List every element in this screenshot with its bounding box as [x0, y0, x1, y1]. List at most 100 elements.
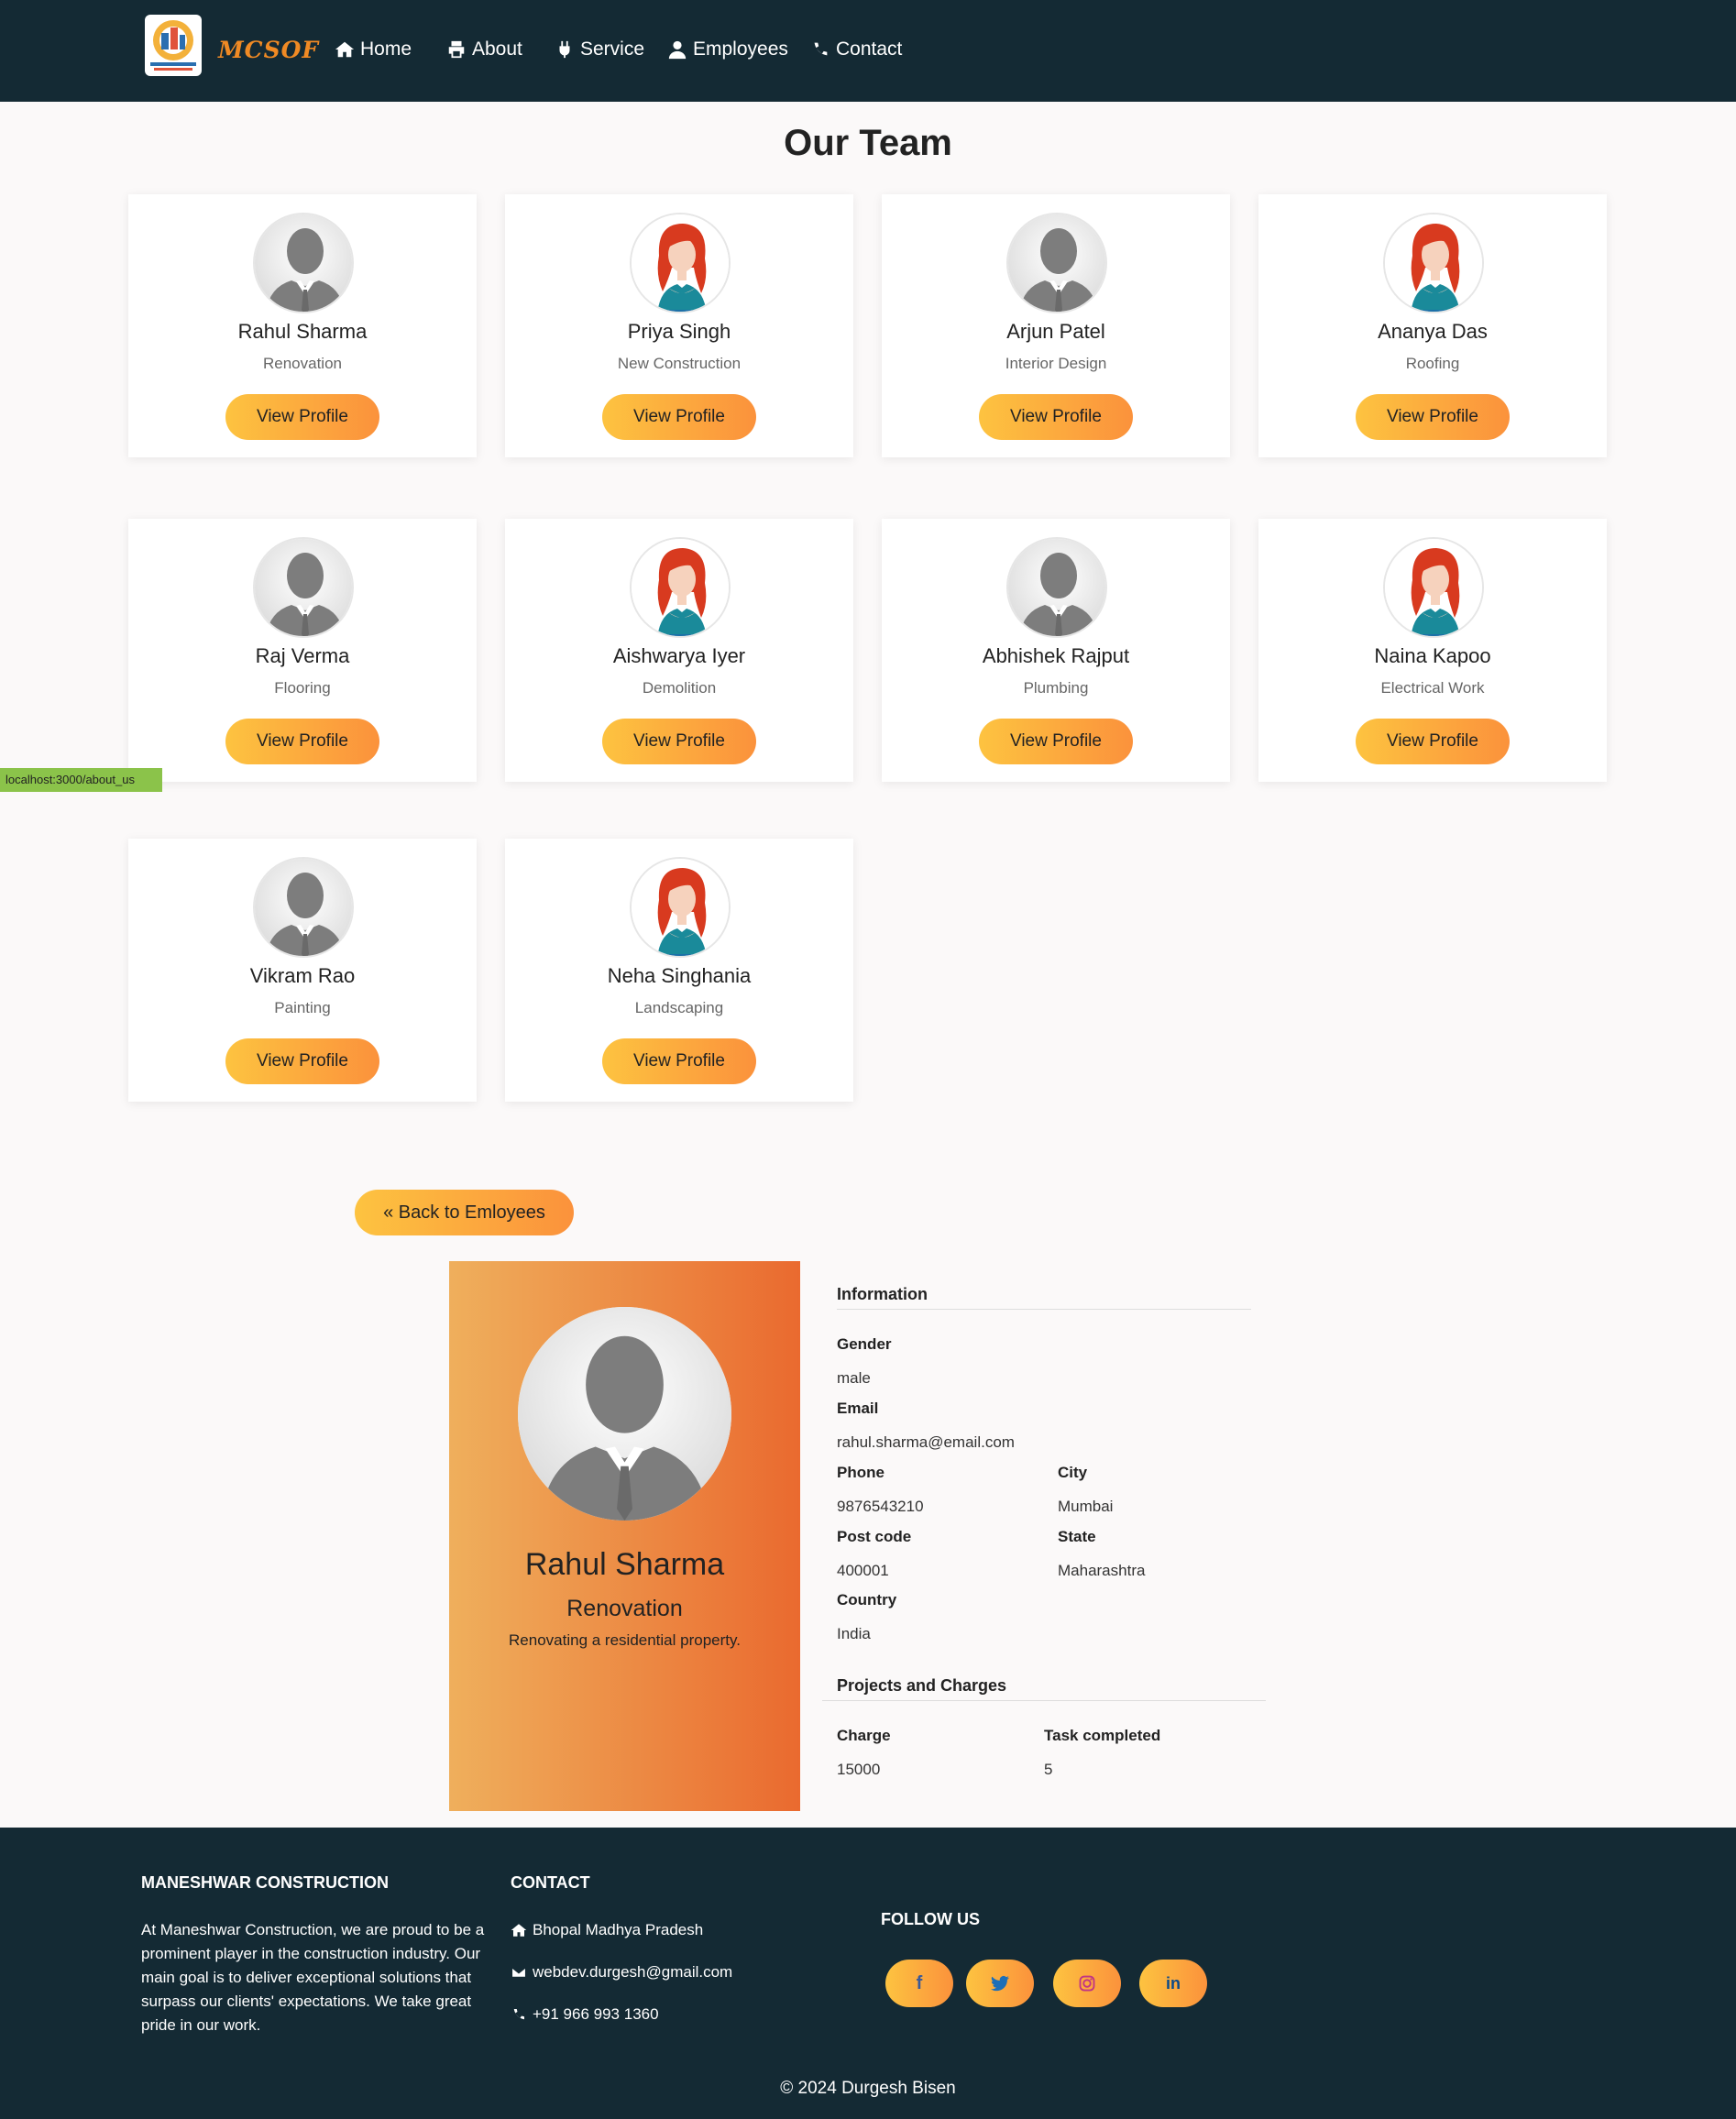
- team-member-role: New Construction: [617, 355, 742, 372]
- team-card: Rahul Sharma Renovation View Profile: [128, 194, 477, 457]
- instagram-button[interactable]: [1053, 1960, 1121, 2007]
- user-icon: [668, 40, 687, 60]
- nav-employees[interactable]: Employees: [667, 38, 788, 60]
- team-card: Arjun Patel Interior Design View Profile: [882, 194, 1230, 457]
- team-member-name: Abhishek Rajput: [982, 644, 1130, 667]
- team-card: Vikram Rao Painting View Profile: [128, 839, 477, 1102]
- phone-value: 9876543210: [837, 1498, 924, 1515]
- nav-about-label: About: [472, 38, 522, 60]
- email-value: rahul.sharma@email.com: [837, 1433, 1015, 1451]
- view-profile-button[interactable]: View Profile: [1356, 719, 1510, 764]
- team-member-role: Landscaping: [634, 999, 724, 1016]
- team-member-name: Ananya Das: [1378, 320, 1488, 343]
- country-value: India: [837, 1625, 871, 1642]
- team-member-avatar: [253, 537, 354, 638]
- view-profile-button[interactable]: View Profile: [979, 394, 1133, 440]
- team-member-role: Demolition: [642, 679, 717, 697]
- team-member-role: Interior Design: [1005, 355, 1107, 372]
- nav-service[interactable]: Service: [555, 38, 644, 60]
- profile-role: Renovation: [566, 1596, 683, 1621]
- team-member-avatar: [1383, 213, 1484, 313]
- linkedin-button[interactable]: in: [1139, 1960, 1207, 2007]
- team-member-name: Priya Singh: [627, 320, 731, 343]
- view-profile-button[interactable]: View Profile: [602, 394, 756, 440]
- team-title: Our Team: [784, 123, 952, 163]
- team-member-avatar: [253, 213, 354, 313]
- footer-company-text: At Maneshwar Construction, we are proud …: [141, 1921, 485, 2034]
- home-icon: [335, 41, 355, 58]
- brand-name[interactable]: MCSOF: [218, 37, 319, 63]
- logo[interactable]: [145, 15, 202, 76]
- projects-divider: [822, 1700, 1266, 1701]
- view-profile-button[interactable]: View Profile: [225, 1038, 379, 1084]
- view-profile-button[interactable]: View Profile: [602, 719, 756, 764]
- copyright: © 2024 Durgesh Bisen: [0, 2059, 1736, 2119]
- city-label: City: [1058, 1464, 1088, 1481]
- gender-label: Gender: [837, 1335, 892, 1353]
- view-profile-button[interactable]: View Profile: [225, 394, 379, 440]
- information-heading: Information: [837, 1285, 928, 1303]
- view-profile-button[interactable]: View Profile: [979, 719, 1133, 764]
- footer-phone[interactable]: +91 966 993 1360: [511, 2005, 659, 2024]
- envelope-icon: [511, 1967, 527, 1978]
- team-member-role: Flooring: [274, 679, 331, 697]
- projects-heading: Projects and Charges: [837, 1676, 1007, 1695]
- view-profile-button[interactable]: View Profile: [1356, 394, 1510, 440]
- nav-contact[interactable]: Contact: [810, 38, 902, 60]
- email-label: Email: [837, 1400, 879, 1417]
- nav-contact-label: Contact: [836, 38, 903, 60]
- facebook-icon: f: [916, 1972, 923, 1993]
- view-profile-button[interactable]: View Profile: [225, 719, 379, 764]
- team-member-role: Roofing: [1405, 355, 1460, 372]
- team-card: Abhishek Rajput Plumbing View Profile: [882, 519, 1230, 782]
- navbar: MCSOF Home About Service Employees Conta…: [0, 0, 1736, 102]
- charge-value: 15000: [837, 1761, 881, 1778]
- team-member-name: Rahul Sharma: [237, 320, 368, 343]
- back-to-employees-button[interactable]: « Back to Emloyees: [355, 1190, 574, 1235]
- nav-home-label: Home: [360, 38, 412, 60]
- footer-phone-text: +91 966 993 1360: [533, 2005, 659, 2023]
- gender-value: male: [837, 1369, 871, 1387]
- twitter-icon: [991, 1975, 1009, 1992]
- footer-follow-heading: FOLLOW US: [881, 1910, 980, 1928]
- nav-home[interactable]: Home: [335, 38, 412, 60]
- footer-address-text: Bhopal Madhya Pradesh: [533, 1921, 704, 1938]
- team-member-avatar: [1006, 537, 1107, 638]
- team-member-role: Plumbing: [1023, 679, 1089, 697]
- phone-icon: [513, 2009, 524, 2020]
- phone-label: Phone: [837, 1464, 884, 1481]
- team-member-avatar: [253, 857, 354, 958]
- team-member-avatar: [630, 537, 731, 638]
- team-member-name: Vikram Rao: [249, 964, 356, 987]
- team-member-name: Raj Verma: [255, 644, 350, 667]
- information-divider: [837, 1309, 1251, 1310]
- team-card: Neha Singhania Landscaping View Profile: [505, 839, 853, 1102]
- country-label: Country: [837, 1591, 897, 1608]
- team-member-avatar: [630, 857, 731, 958]
- footer-company-heading: MANESHWAR CONSTRUCTION: [141, 1873, 389, 1892]
- twitter-button[interactable]: [966, 1960, 1034, 2007]
- team-member-avatar: [1006, 213, 1107, 313]
- printer-icon: [448, 40, 465, 59]
- instagram-icon: [1079, 1975, 1095, 1992]
- nav-service-label: Service: [580, 38, 645, 60]
- team-card: Ananya Das Roofing View Profile: [1258, 194, 1607, 457]
- tasks-label: Task completed: [1044, 1727, 1161, 1744]
- postcode-value: 400001: [837, 1562, 889, 1579]
- nav-about[interactable]: About: [446, 38, 522, 60]
- state-value: Maharashtra: [1058, 1562, 1146, 1579]
- team-member-name: Aishwarya Iyer: [612, 644, 746, 667]
- team-member-name: Naina Kapoo: [1374, 644, 1491, 667]
- charge-label: Charge: [837, 1727, 891, 1744]
- state-label: State: [1058, 1528, 1096, 1545]
- team-member-avatar: [1383, 537, 1484, 638]
- footer-email[interactable]: webdev.durgesh@gmail.com: [511, 1963, 732, 1982]
- footer-email-text: webdev.durgesh@gmail.com: [533, 1963, 733, 1981]
- facebook-button[interactable]: f: [885, 1960, 953, 2007]
- profile-name: Rahul Sharma: [524, 1547, 725, 1582]
- team-member-role: Electrical Work: [1380, 679, 1485, 697]
- view-profile-button[interactable]: View Profile: [602, 1038, 756, 1084]
- phone-icon: [814, 42, 828, 56]
- team-card: Priya Singh New Construction View Profile: [505, 194, 853, 457]
- profile-card: Rahul Sharma Renovation Renovating a res…: [449, 1261, 800, 1811]
